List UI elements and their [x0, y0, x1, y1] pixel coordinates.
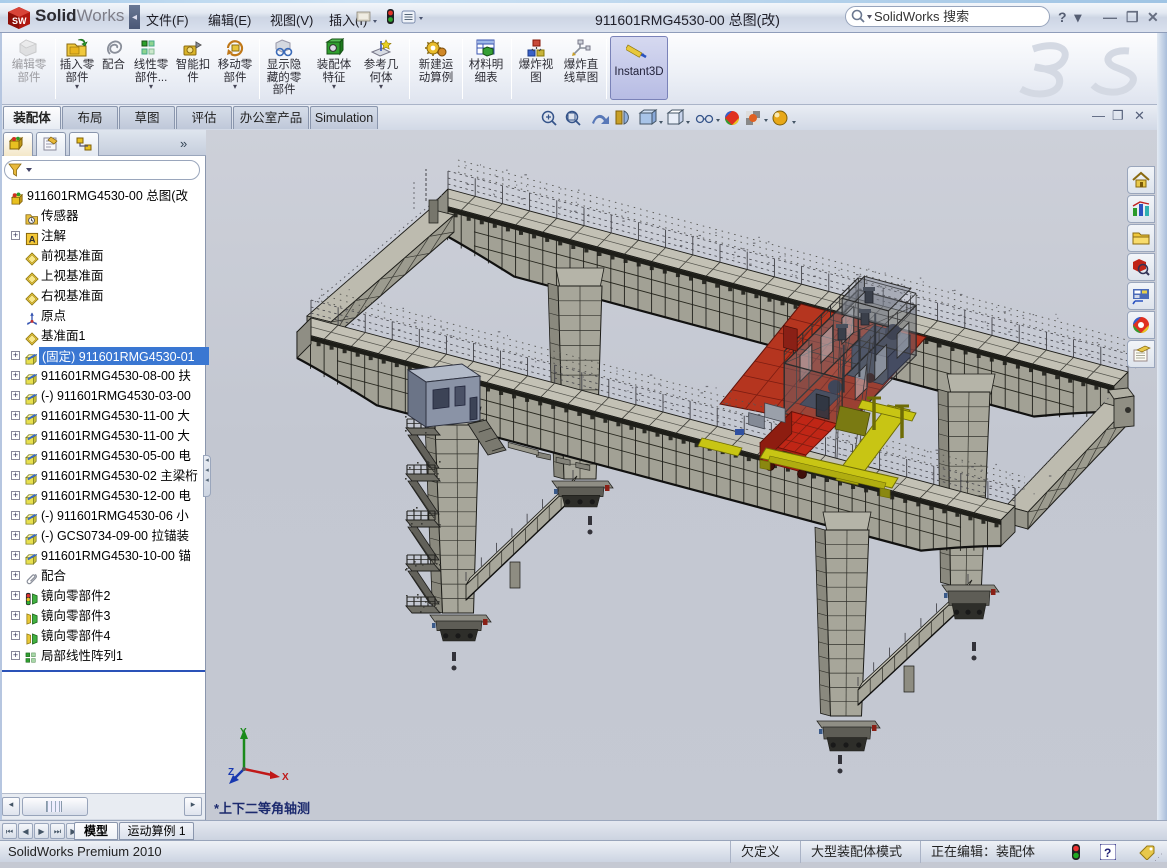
svg-text:A: A [29, 235, 36, 245]
svg-text:?: ? [1104, 846, 1111, 860]
svg-text:SW: SW [12, 16, 27, 26]
svg-text:Z: Z [228, 767, 234, 778]
svg-text:Y: Y [240, 727, 247, 738]
svg-text:X: X [282, 772, 289, 783]
